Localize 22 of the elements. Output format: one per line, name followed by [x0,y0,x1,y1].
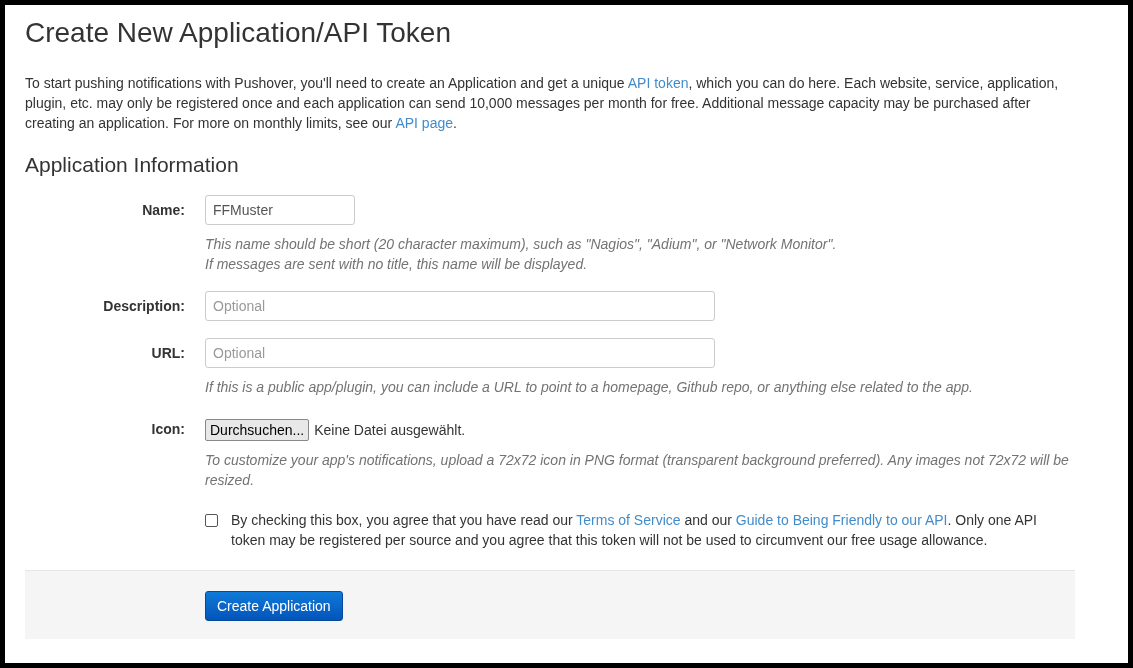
text-field[interactable]: Optional [205,291,715,321]
field-label: Description: [102,297,186,316]
help-text: To customize your app's notifications, upload a 72x72 icon in PNG format (transparent background preferred). Any images not 72x72 will be resized. [205,451,1070,490]
field-label: Name: [141,201,186,220]
create-application-button[interactable]: Create Application [205,591,343,621]
intro-paragraph: To start pushing notifications with Pushover, you'll need to create an Application and get a unique API token, which you can do here. Each website, service, application, plugin, etc. may only be registered once and each application can send 10,000 messages per month for free. Additional message capacity may be purchased after creating an application. For more on monthly limits, see our API page. [25,74,1060,133]
section-heading: Application Information [25,152,240,178]
text-link[interactable]: API page [395,115,453,131]
field-label: Icon: [150,420,186,439]
text-field[interactable]: Optional [205,338,715,368]
text-link[interactable]: Guide to Being Friendly to our API [735,512,948,528]
help-text: If this is a public app/plugin, you can include a URL to point to a homepage, Github repo, or anything else related to the app. [205,378,974,397]
help-text: This name should be short (20 character maximum), such as "Nagios", "Adium", or "Network Monitor". [205,235,838,254]
agreement-text: By checking this box, you agree that you have read our Terms of Service and our Guide to Being Friendly to our API. Only one API token may be registered per source and you agree that this token will not be used to circumvent our free usage allowance. [231,511,1038,550]
file-status: Keine Datei ausgewählt. [314,421,466,440]
agreement-checkbox[interactable] [205,514,218,527]
text-link[interactable]: Terms of Service [576,512,681,528]
browse-button[interactable]: Durchsuchen... [205,419,310,441]
text-field[interactable]: FFMuster [205,195,355,225]
field-label: URL: [150,344,186,363]
help-text: If messages are sent with no title, this name will be displayed. [205,255,589,274]
page-title: Create New Application/API Token [25,16,452,50]
